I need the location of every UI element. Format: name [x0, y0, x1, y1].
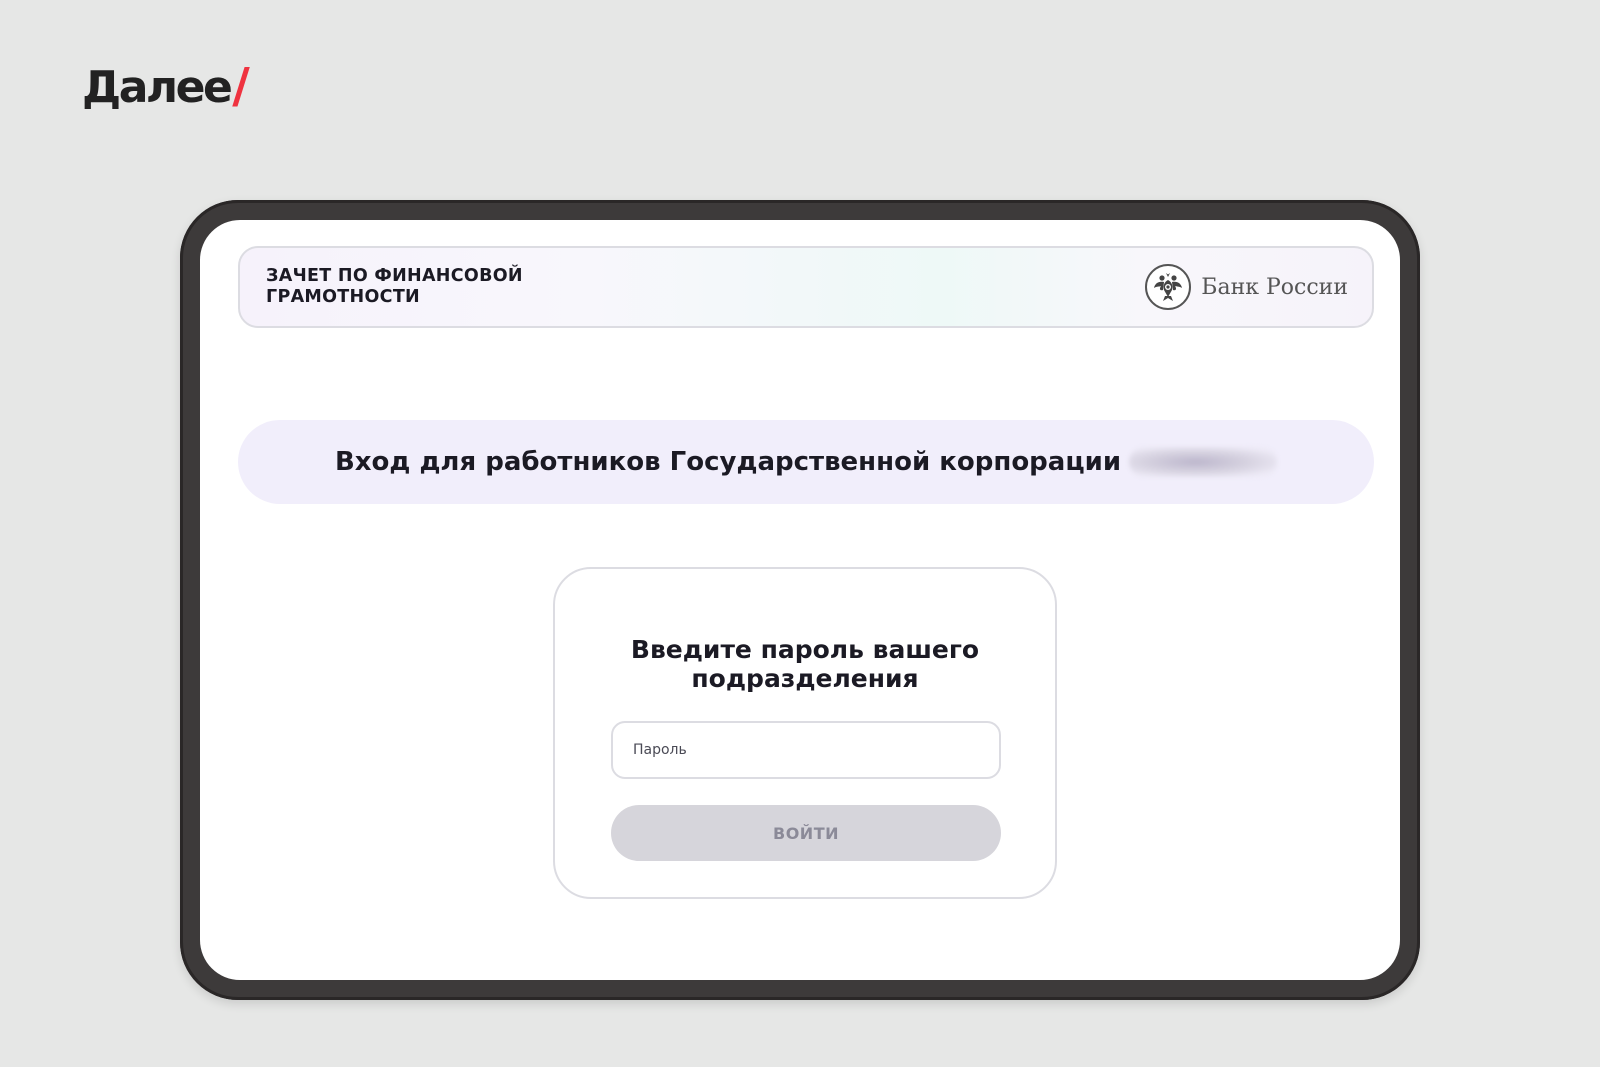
brand-logo: Далее /: [82, 58, 250, 114]
redacted-corporation-name: [1129, 447, 1278, 477]
tablet-screen: ЗАЧЕТ ПО ФИНАНСОВОЙ ГРАМОТНОСТИ Банк Рос…: [200, 220, 1400, 980]
login-banner: Вход для работников Государственной корп…: [238, 420, 1374, 504]
login-button[interactable]: ВОЙТИ: [611, 805, 1001, 861]
site-title: ЗАЧЕТ ПО ФИНАНСОВОЙ ГРАМОТНОСТИ: [266, 266, 523, 307]
site-header: ЗАЧЕТ ПО ФИНАНСОВОЙ ГРАМОТНОСТИ Банк Рос…: [238, 246, 1374, 328]
brand-name: Далее: [82, 62, 233, 113]
brand-slash: /: [232, 58, 250, 114]
bank-name: Банк России: [1201, 274, 1348, 300]
login-card: Введите пароль вашего подразделения ВОЙТ…: [553, 567, 1057, 899]
double-headed-eagle-icon: [1145, 264, 1192, 310]
login-title: Введите пароль вашего подразделения: [630, 635, 980, 693]
bank-logo[interactable]: Банк России: [1145, 264, 1348, 310]
banner-text: Вход для работников Государственной корп…: [334, 447, 1122, 477]
password-input[interactable]: [611, 721, 1001, 779]
tablet-frame: ЗАЧЕТ ПО ФИНАНСОВОЙ ГРАМОТНОСТИ Банк Рос…: [180, 200, 1420, 1000]
